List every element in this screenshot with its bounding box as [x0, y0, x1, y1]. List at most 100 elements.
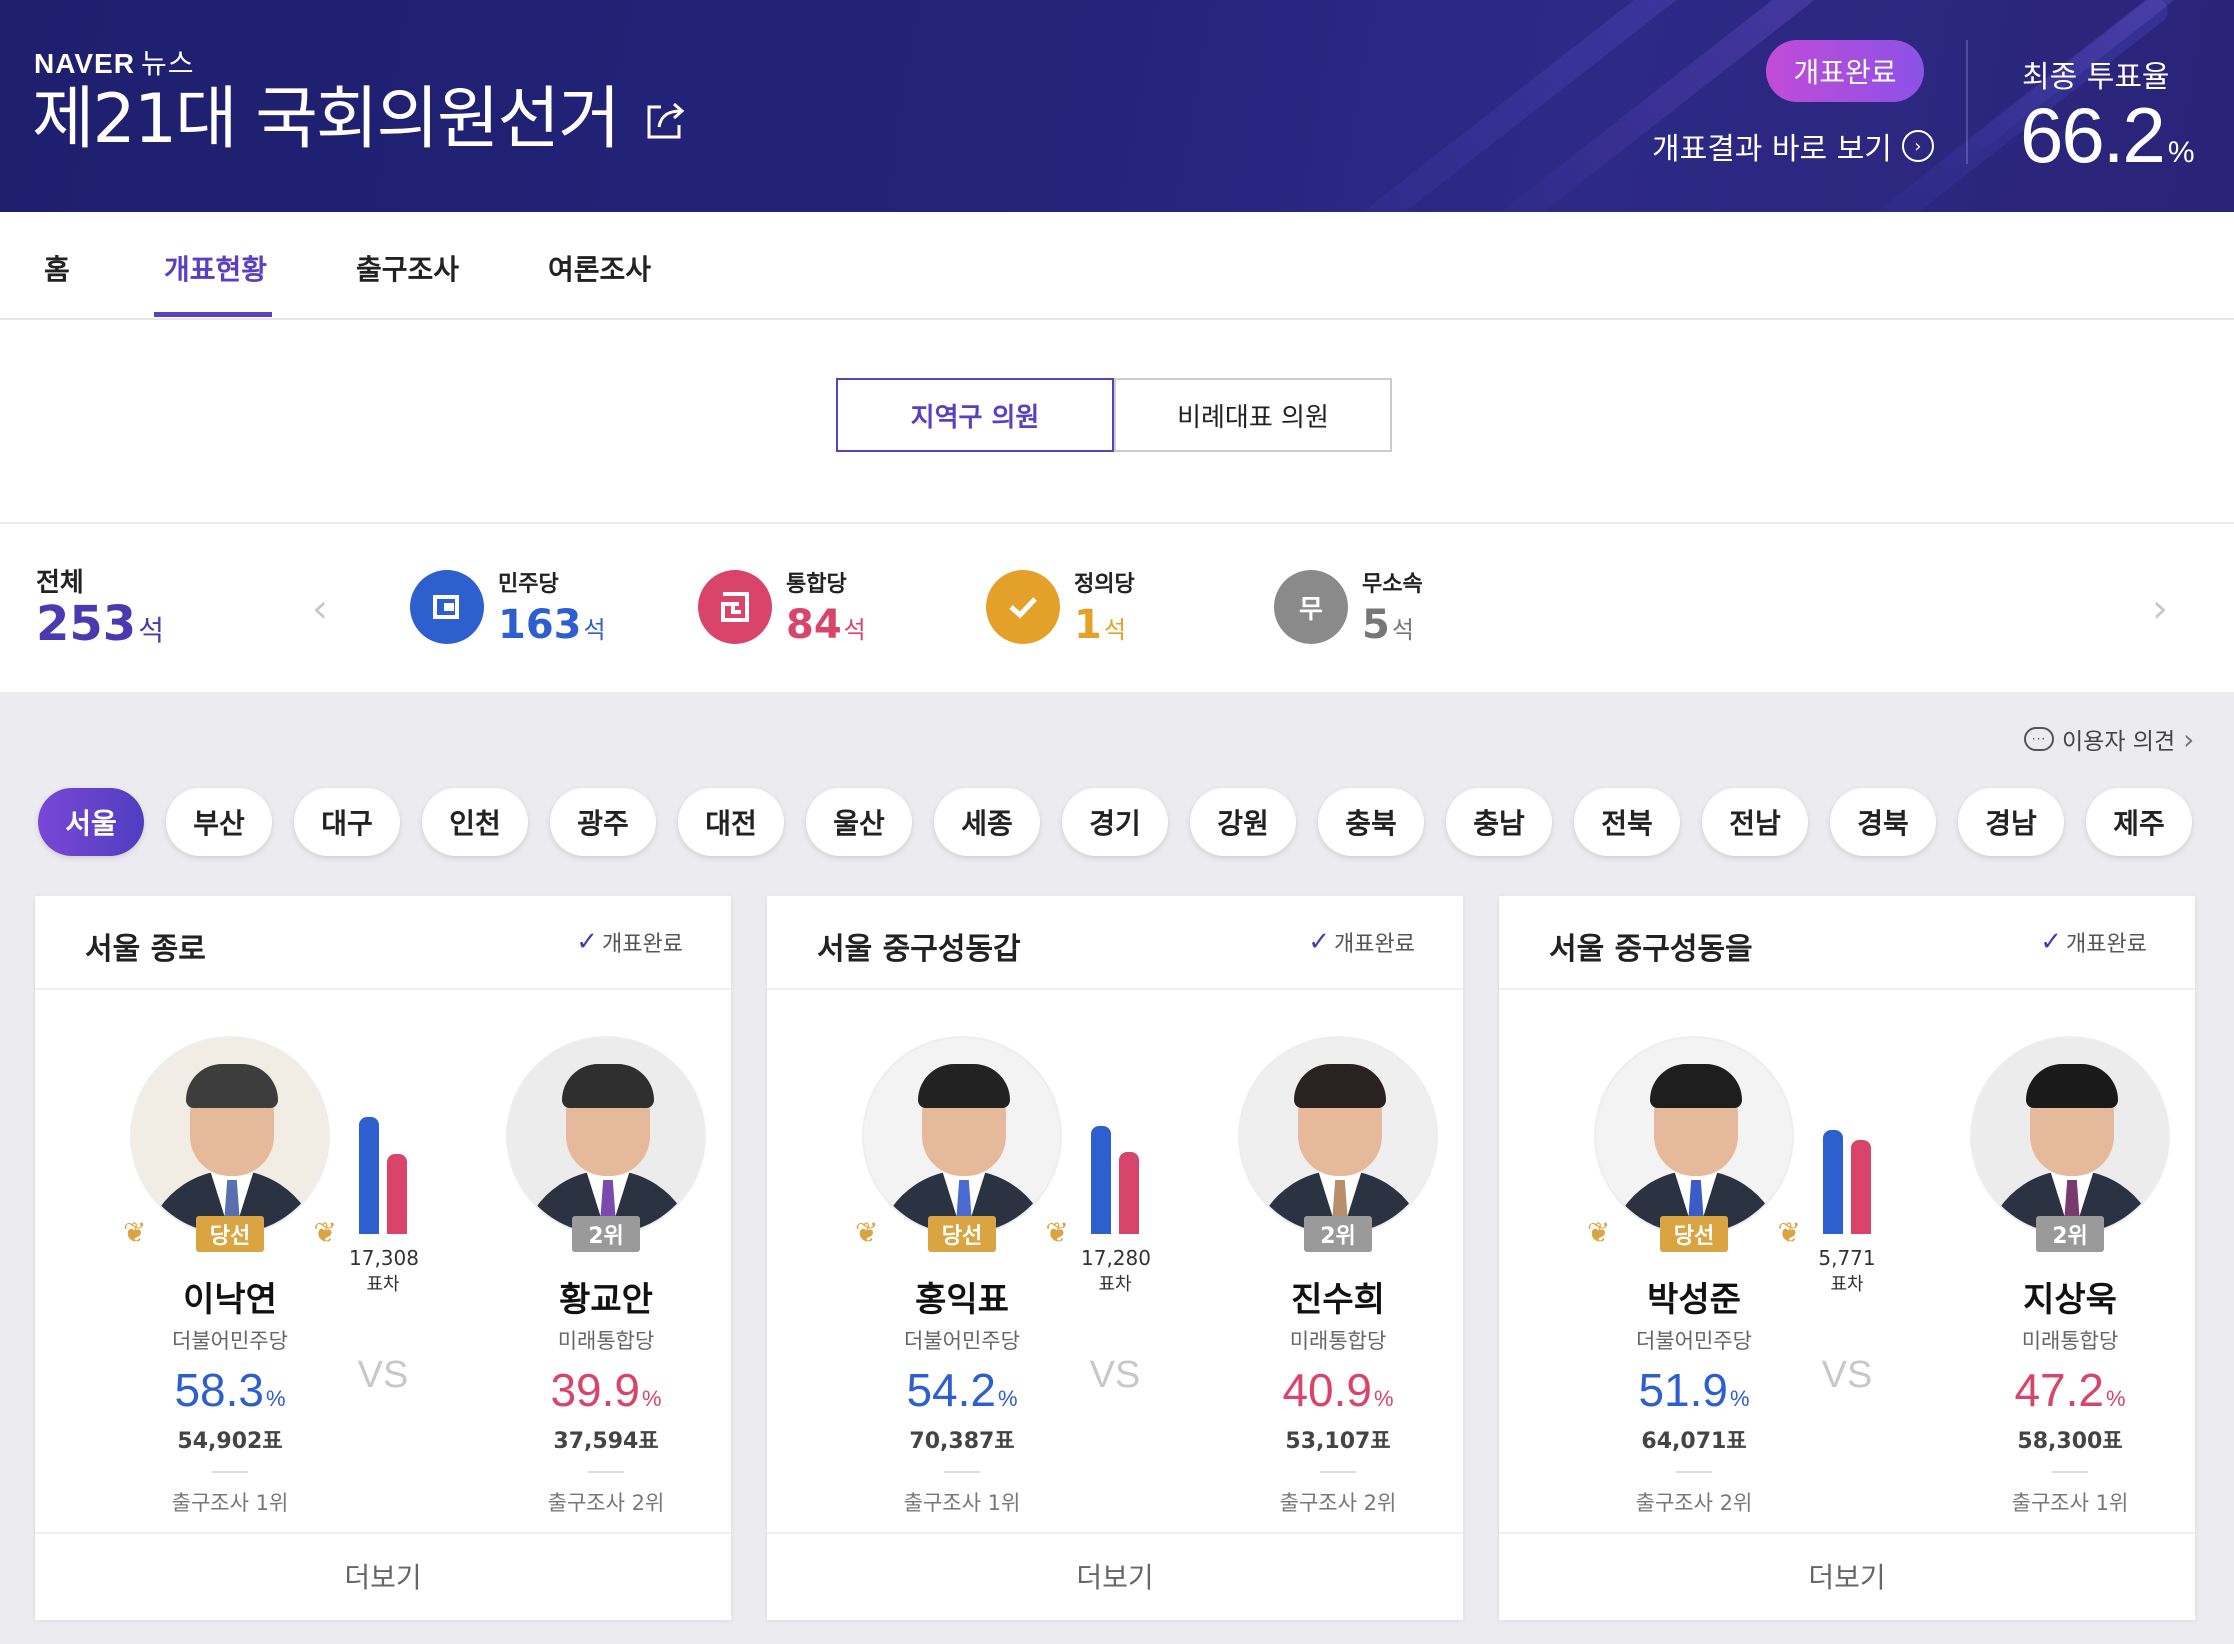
- candidate-left[interactable]: ❦ ❦ 당선 박성준 더불어민주당 51.9% 64,071표 출구조사 2위: [1569, 1036, 1819, 1517]
- more-button[interactable]: 더보기: [35, 1556, 731, 1596]
- divider: [1499, 988, 2195, 990]
- vote-count: 58,300표: [2017, 1429, 2123, 1454]
- candidate-right[interactable]: 2위 지상욱 미래통합당 47.2% 58,300표 출구조사 1위: [1945, 1036, 2195, 1517]
- candidate-right[interactable]: 2위 황교안 미래통합당 39.9% 37,594표 출구조사 2위: [481, 1036, 731, 1517]
- check-icon: ✓: [1308, 927, 1331, 957]
- segment-proportional[interactable]: 비례대표 의원: [1114, 378, 1392, 452]
- region-chip[interactable]: 전북: [1574, 788, 1680, 856]
- region-chip[interactable]: 부산: [166, 788, 272, 856]
- region-chip[interactable]: 충북: [1318, 788, 1424, 856]
- district-title[interactable]: 서울 종로: [85, 924, 206, 968]
- vote-rate: 39.9%: [550, 1364, 662, 1416]
- vote-gap-label: 표차: [1098, 1274, 1132, 1295]
- chevron-left-icon[interactable]: ‹: [312, 586, 328, 632]
- count-status: ✓ 개표완료: [576, 927, 683, 957]
- user-feedback-link[interactable]: ··· 이용자 의견 ›: [2024, 722, 2194, 756]
- vote-gap-chart: 17,280 표차: [1081, 1114, 1151, 1296]
- vs-label: VS: [1821, 1354, 1873, 1396]
- view-results-link[interactable]: 개표결과 바로 보기 ›: [1652, 124, 1934, 168]
- naver-news-logo[interactable]: NAVER 뉴스: [34, 42, 194, 82]
- candidate-left[interactable]: ❦ ❦ 당선 홍익표 더불어민주당 54.2% 70,387표 출구조사 1위: [837, 1036, 1087, 1517]
- chevron-right-icon: ›: [2183, 722, 2195, 756]
- divider: [35, 988, 731, 990]
- brand-sub: 뉴스: [140, 48, 195, 79]
- candidate-photo: [862, 1036, 1062, 1236]
- region-chip[interactable]: 대전: [678, 788, 784, 856]
- vote-count: 70,387표: [909, 1429, 1015, 1454]
- region-chip[interactable]: 경북: [1830, 788, 1936, 856]
- vote-count: 53,107표: [1285, 1429, 1391, 1454]
- district-title[interactable]: 서울 중구성동갑: [817, 924, 1021, 968]
- candidate-right[interactable]: 2위 진수희 미래통합당 40.9% 53,107표 출구조사 2위: [1213, 1036, 1463, 1517]
- candidate-party: 더불어민주당: [172, 1329, 288, 1353]
- vote-bars: [349, 1114, 417, 1234]
- region-chip[interactable]: 세종: [934, 788, 1040, 856]
- user-feedback-label: 이용자 의견: [2062, 729, 2176, 755]
- vote-count: 54,902표: [177, 1429, 283, 1454]
- vote-count: 64,071표: [1641, 1429, 1747, 1454]
- exit-poll-rank: 출구조사 1위: [903, 1491, 1021, 1515]
- party-seats: 84석: [786, 602, 866, 648]
- region-chip[interactable]: 강원: [1190, 788, 1296, 856]
- region-chip[interactable]: 서울: [38, 788, 144, 856]
- check-logo-icon: [986, 570, 1060, 644]
- tab-exit-poll[interactable]: 출구조사: [356, 248, 459, 288]
- divider: [767, 988, 1463, 990]
- divider: [1320, 1471, 1356, 1473]
- tab-home[interactable]: 홈: [44, 248, 70, 288]
- vote-count: 37,594표: [553, 1429, 659, 1454]
- tab-count-status[interactable]: 개표현황: [164, 248, 267, 288]
- candidate-left[interactable]: ❦ ❦ 당선 이낙연 더불어민주당 58.3% 54,902표 출구조사 1위: [105, 1036, 355, 1517]
- region-chip[interactable]: 경기: [1062, 788, 1168, 856]
- vote-rate: 54.2%: [906, 1364, 1018, 1416]
- district-title[interactable]: 서울 중구성동을: [1549, 924, 1753, 968]
- exit-poll-rank: 출구조사 2위: [547, 1491, 665, 1515]
- page-title: 제21대 국회의원선거: [32, 80, 621, 159]
- party-name: 통합당: [786, 572, 847, 597]
- region-chip[interactable]: 인천: [422, 788, 528, 856]
- vote-gap-label: 표차: [366, 1274, 400, 1295]
- more-button[interactable]: 더보기: [767, 1556, 1463, 1596]
- candidate-party: 미래통합당: [2021, 1329, 2119, 1353]
- party-summary-minjoo[interactable]: 민주당 163석: [410, 566, 606, 648]
- exit-poll-rank: 출구조사 2위: [1279, 1491, 1397, 1515]
- party-summary-justice[interactable]: 정의당 1석: [986, 566, 1135, 648]
- divider: [212, 1471, 248, 1473]
- exit-poll-rank: 출구조사 1위: [171, 1491, 289, 1515]
- minjoo-logo-icon: [410, 570, 484, 644]
- region-chip[interactable]: 제주: [2086, 788, 2192, 856]
- turnout-value: 66.2%: [2020, 91, 2194, 179]
- party-name: 정의당: [1074, 572, 1135, 597]
- region-chip[interactable]: 충남: [1446, 788, 1552, 856]
- region-chip[interactable]: 광주: [550, 788, 656, 856]
- more-button[interactable]: 더보기: [1499, 1556, 2195, 1596]
- chevron-right-icon[interactable]: ›: [2152, 586, 2168, 632]
- tonghap-logo-icon: [698, 570, 772, 644]
- vote-bars: [1813, 1114, 1881, 1234]
- region-chip[interactable]: 경남: [1958, 788, 2064, 856]
- active-tab-indicator: [154, 312, 272, 317]
- vs-label: VS: [357, 1354, 409, 1396]
- tab-opinion-poll[interactable]: 여론조사: [548, 248, 651, 288]
- district-card: 서울 중구성동을 ✓ 개표완료 ❦ ❦ 당선 박성준 더불어민주당 51.9% 64…: [1499, 896, 2195, 1620]
- vote-rate: 40.9%: [1282, 1364, 1394, 1416]
- vote-gap-value: 5,771: [1818, 1246, 1876, 1270]
- candidate-photo: [1970, 1036, 2170, 1236]
- region-chip[interactable]: 울산: [806, 788, 912, 856]
- region-chip[interactable]: 대구: [294, 788, 400, 856]
- share-icon[interactable]: [641, 95, 691, 145]
- exit-poll-rank: 출구조사 2위: [1635, 1491, 1753, 1515]
- laurel-right-icon: ❦: [313, 1216, 337, 1249]
- region-chip[interactable]: 전남: [1702, 788, 1808, 856]
- party-summary-independent[interactable]: 무 무소속 5석: [1274, 566, 1423, 648]
- view-results-label: 개표결과 바로 보기: [1652, 132, 1892, 167]
- segment-district[interactable]: 지역구 의원: [836, 378, 1114, 452]
- vote-rate: 51.9%: [1638, 1364, 1750, 1416]
- vote-gap-chart: 17,308 표차: [349, 1114, 419, 1296]
- candidate-name: 이낙연: [183, 1280, 277, 1320]
- divider: [35, 1532, 731, 1534]
- party-summary-tonghap[interactable]: 통합당 84석: [698, 566, 866, 648]
- vote-gap-value: 17,280: [1081, 1246, 1151, 1270]
- winner-bar: [1091, 1126, 1111, 1234]
- district-card: 서울 종로 ✓ 개표완료 ❦ ❦ 당선 이낙연 더불어민주당 58.3% 54,90…: [35, 896, 731, 1620]
